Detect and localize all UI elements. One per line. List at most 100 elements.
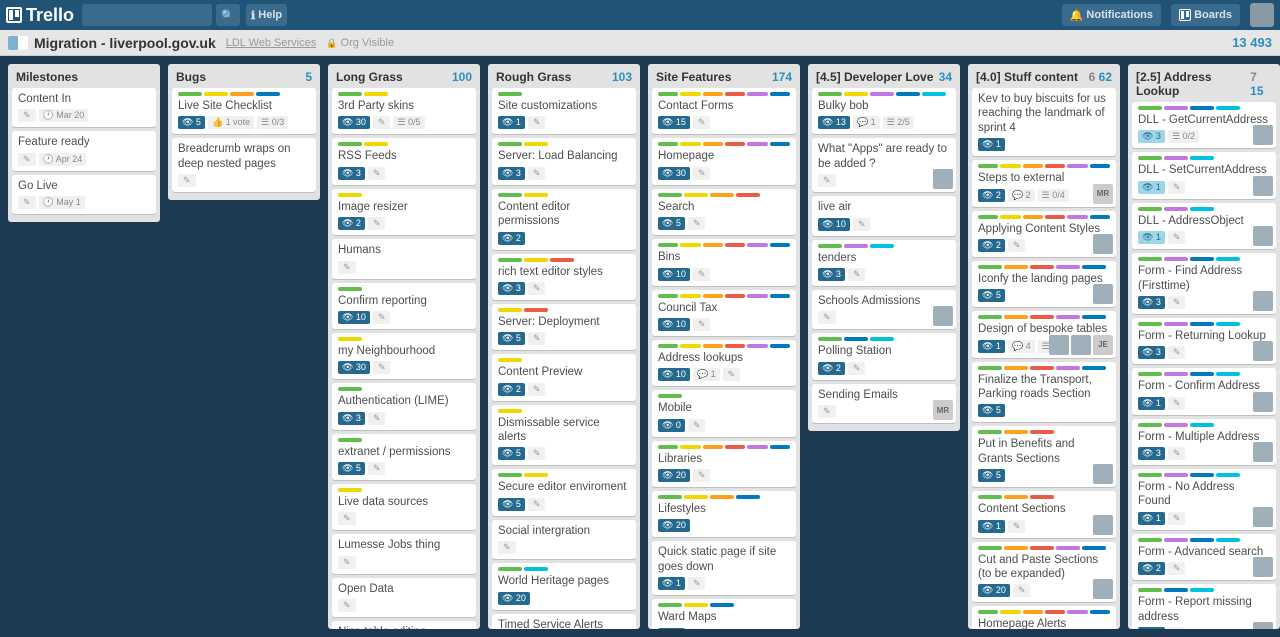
card[interactable]: Libraries👁 20✎: [652, 441, 796, 487]
card[interactable]: Humans✎: [332, 239, 476, 278]
member-avatar[interactable]: JE: [1093, 335, 1113, 355]
card[interactable]: 3rd Party skins👁 30✎☰ 0/5: [332, 88, 476, 134]
card[interactable]: What "Apps" are ready to be added ?✎: [812, 138, 956, 192]
card[interactable]: Council Tax👁 10✎: [652, 290, 796, 336]
card[interactable]: Lifestyles👁 20: [652, 491, 796, 537]
card[interactable]: Bins👁 10✎: [652, 239, 796, 285]
card[interactable]: Bulky bob👁 13💬 1☰ 2/5: [812, 88, 956, 134]
list-header[interactable]: Milestones: [8, 64, 160, 88]
card[interactable]: Homepage👁 30✎: [652, 138, 796, 184]
card[interactable]: Server: Load Balancing👁 3✎: [492, 138, 636, 184]
card[interactable]: Form - Find Address (Firsttime)👁 3✎: [1132, 253, 1276, 314]
member-avatar[interactable]: [1253, 125, 1273, 145]
search-button[interactable]: [216, 4, 240, 26]
member-avatar[interactable]: [1253, 226, 1273, 246]
member-avatar[interactable]: [1253, 341, 1273, 361]
card[interactable]: Form - Confirm Address👁 1✎: [1132, 368, 1276, 414]
user-avatar[interactable]: [1250, 3, 1274, 27]
help-button[interactable]: Help: [246, 4, 287, 26]
member-avatar[interactable]: MR: [1093, 184, 1113, 204]
card[interactable]: Content In✎🕐 Mar 20: [12, 88, 156, 127]
member-avatar[interactable]: [1253, 442, 1273, 462]
member-avatar[interactable]: [1093, 234, 1113, 254]
card[interactable]: Applying Content Styles👁 2✎: [972, 211, 1116, 257]
visibility-label[interactable]: Org Visible: [326, 37, 394, 49]
card[interactable]: Content Preview👁 2✎: [492, 354, 636, 400]
board-canvas[interactable]: Milestones Content In✎🕐 Mar 20Feature re…: [0, 56, 1280, 637]
member-avatar[interactable]: [1253, 392, 1273, 412]
card[interactable]: Server: Deployment👁 5✎: [492, 304, 636, 350]
card[interactable]: Form - Returning Lookup👁 3✎: [1132, 318, 1276, 364]
card[interactable]: Sending Emails✎MR: [812, 384, 956, 423]
board-title[interactable]: Migration - liverpool.gov.uk: [34, 35, 216, 51]
card[interactable]: DLL - GetCurrentAddress👁 3☰ 0/2: [1132, 102, 1276, 148]
list-header[interactable]: Site Features 174: [648, 64, 800, 88]
card[interactable]: Live Site Checklist👁 5👍 1 vote☰ 0/3: [172, 88, 316, 134]
card[interactable]: Iconfy the landing pages👁 5: [972, 261, 1116, 307]
card[interactable]: Nice table editing✎: [332, 621, 476, 629]
card[interactable]: Social intergration✎: [492, 520, 636, 559]
boards-button[interactable]: Boards: [1171, 4, 1240, 26]
card[interactable]: Content editor permissions👁 2: [492, 189, 636, 250]
card[interactable]: live air👁 10✎: [812, 196, 956, 235]
search-input[interactable]: [82, 4, 212, 26]
card[interactable]: my Neighbourhood👁 30✎: [332, 333, 476, 379]
card[interactable]: Quick static page if site goes down👁 1✎: [652, 541, 796, 595]
card[interactable]: Polling Station👁 2✎: [812, 333, 956, 379]
card[interactable]: DLL - AddressObject👁 1✎: [1132, 203, 1276, 249]
list-header[interactable]: Long Grass 100: [328, 64, 480, 88]
member-avatar[interactable]: [1071, 335, 1091, 355]
card[interactable]: RSS Feeds👁 3✎: [332, 138, 476, 184]
card[interactable]: Site customizations👁 1✎: [492, 88, 636, 134]
card[interactable]: rich text editor styles👁 3✎: [492, 254, 636, 300]
list-header[interactable]: [2.5] Address Lookup 7 15: [1128, 64, 1280, 102]
list-header[interactable]: [4.0] Stuff content 6 62: [968, 64, 1120, 88]
card[interactable]: Form - Advanced search👁 2✎: [1132, 534, 1276, 580]
list-header[interactable]: Bugs 5: [168, 64, 320, 88]
list-header[interactable]: [4.5] Developer Love 34: [808, 64, 960, 88]
card[interactable]: Confirm reporting👁 10✎: [332, 283, 476, 329]
card[interactable]: Dismissable service alerts👁 5✎: [492, 405, 636, 466]
card[interactable]: Search👁 5✎: [652, 189, 796, 235]
member-avatar[interactable]: [933, 169, 953, 189]
member-avatar[interactable]: [1253, 507, 1273, 527]
member-avatar[interactable]: MR: [933, 400, 953, 420]
card[interactable]: Form - No Address Found👁 1✎: [1132, 469, 1276, 530]
org-link[interactable]: LDL Web Services: [226, 37, 316, 49]
card[interactable]: Form - Report missing address👁 1✎: [1132, 584, 1276, 629]
member-avatar[interactable]: [1253, 557, 1273, 577]
card[interactable]: Authentication (LIME)👁 3✎: [332, 383, 476, 429]
card[interactable]: Timed Service Alerts💬 1✎☰ 0/1: [492, 614, 636, 630]
card[interactable]: Design of bespoke tables👁 1💬 4☰ 0/2JE: [972, 311, 1116, 357]
card[interactable]: Ward Maps👁 3✎: [652, 599, 796, 629]
notifications-button[interactable]: Notifications: [1062, 4, 1161, 26]
card[interactable]: Schools Admissions✎: [812, 290, 956, 329]
card[interactable]: Mobile👁 0✎: [652, 390, 796, 436]
card[interactable]: Breadcrumb wraps on deep nested pages✎: [172, 138, 316, 192]
member-avatar[interactable]: [1049, 335, 1069, 355]
trello-logo[interactable]: Trello: [6, 5, 74, 26]
card[interactable]: Kev to buy biscuits for us reaching the …: [972, 88, 1116, 156]
card[interactable]: Live data sources✎: [332, 484, 476, 530]
card[interactable]: tenders👁 3✎: [812, 240, 956, 286]
member-avatar[interactable]: [1093, 515, 1113, 535]
card[interactable]: Cut and Paste Sections (to be expanded)👁…: [972, 542, 1116, 603]
member-avatar[interactable]: [1093, 464, 1113, 484]
card[interactable]: Secure editor enviroment👁 5✎: [492, 469, 636, 515]
card[interactable]: Homepage Alerts👁 1💬 1✎: [972, 606, 1116, 629]
card[interactable]: World Heritage pages👁 20: [492, 563, 636, 609]
member-avatar[interactable]: [933, 306, 953, 326]
card[interactable]: Lumesse Jobs thing✎: [332, 534, 476, 573]
member-avatar[interactable]: [1253, 622, 1273, 629]
card[interactable]: DLL - SetCurrentAddress👁 1✎: [1132, 152, 1276, 198]
card[interactable]: Steps to external👁 2💬 2☰ 0/4MR: [972, 160, 1116, 206]
card[interactable]: Image resizer👁 2✎: [332, 189, 476, 235]
card[interactable]: Form - Multiple Address👁 3✎: [1132, 419, 1276, 465]
member-avatar[interactable]: [1253, 291, 1273, 311]
card[interactable]: Address lookups👁 10💬 1✎: [652, 340, 796, 386]
list-header[interactable]: Rough Grass 103: [488, 64, 640, 88]
card[interactable]: Open Data✎: [332, 578, 476, 617]
card[interactable]: Content Sections👁 1✎: [972, 491, 1116, 537]
card[interactable]: Contact Forms👁 15✎: [652, 88, 796, 134]
card[interactable]: Go Live✎🕐 May 1: [12, 175, 156, 214]
